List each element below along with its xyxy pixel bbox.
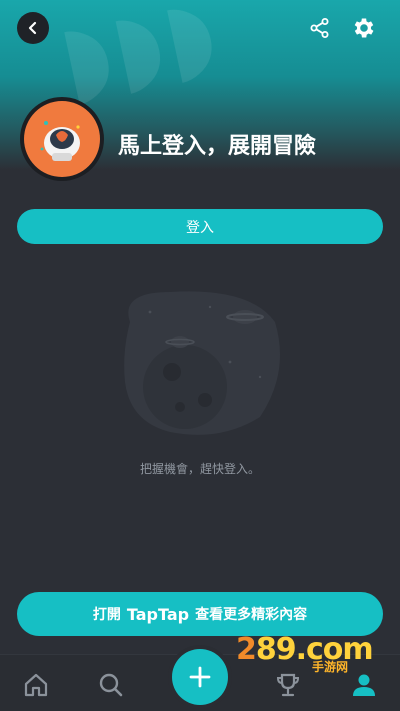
tab-home[interactable] bbox=[18, 667, 54, 703]
planet-illustration bbox=[124, 291, 280, 435]
tab-search[interactable] bbox=[93, 667, 129, 703]
avatar-image bbox=[24, 101, 100, 177]
home-icon bbox=[24, 673, 48, 697]
login-button[interactable]: 登入 bbox=[17, 209, 383, 244]
open-app-brand: TapTap bbox=[126, 604, 190, 624]
back-button[interactable] bbox=[17, 12, 49, 44]
astronaut-avatar-icon bbox=[40, 121, 80, 161]
gear-icon bbox=[354, 18, 374, 38]
open-taptap-button[interactable]: 打開 TapTap 查看更多精彩內容 bbox=[17, 592, 383, 636]
open-app-prefix: 打開 bbox=[92, 607, 121, 623]
avatar[interactable] bbox=[20, 97, 104, 181]
settings-button[interactable] bbox=[348, 12, 380, 44]
open-app-suffix: 查看更多精彩內容 bbox=[195, 607, 308, 623]
plus-icon bbox=[189, 666, 211, 688]
share-button[interactable] bbox=[306, 14, 334, 42]
empty-state-message: 把握機會，趕快登入。 bbox=[139, 462, 260, 476]
login-prompt-title: 馬上登入，展開冒險 bbox=[118, 134, 317, 159]
chevron-left-icon bbox=[28, 21, 37, 35]
watermark-logo: 289.com bbox=[236, 632, 374, 667]
site-watermark: 289.com 手游网 bbox=[236, 632, 376, 678]
watermark-subtitle: 手游网 bbox=[312, 660, 349, 674]
share-icon bbox=[310, 18, 329, 38]
search-icon bbox=[99, 673, 123, 697]
create-button[interactable] bbox=[172, 649, 228, 705]
